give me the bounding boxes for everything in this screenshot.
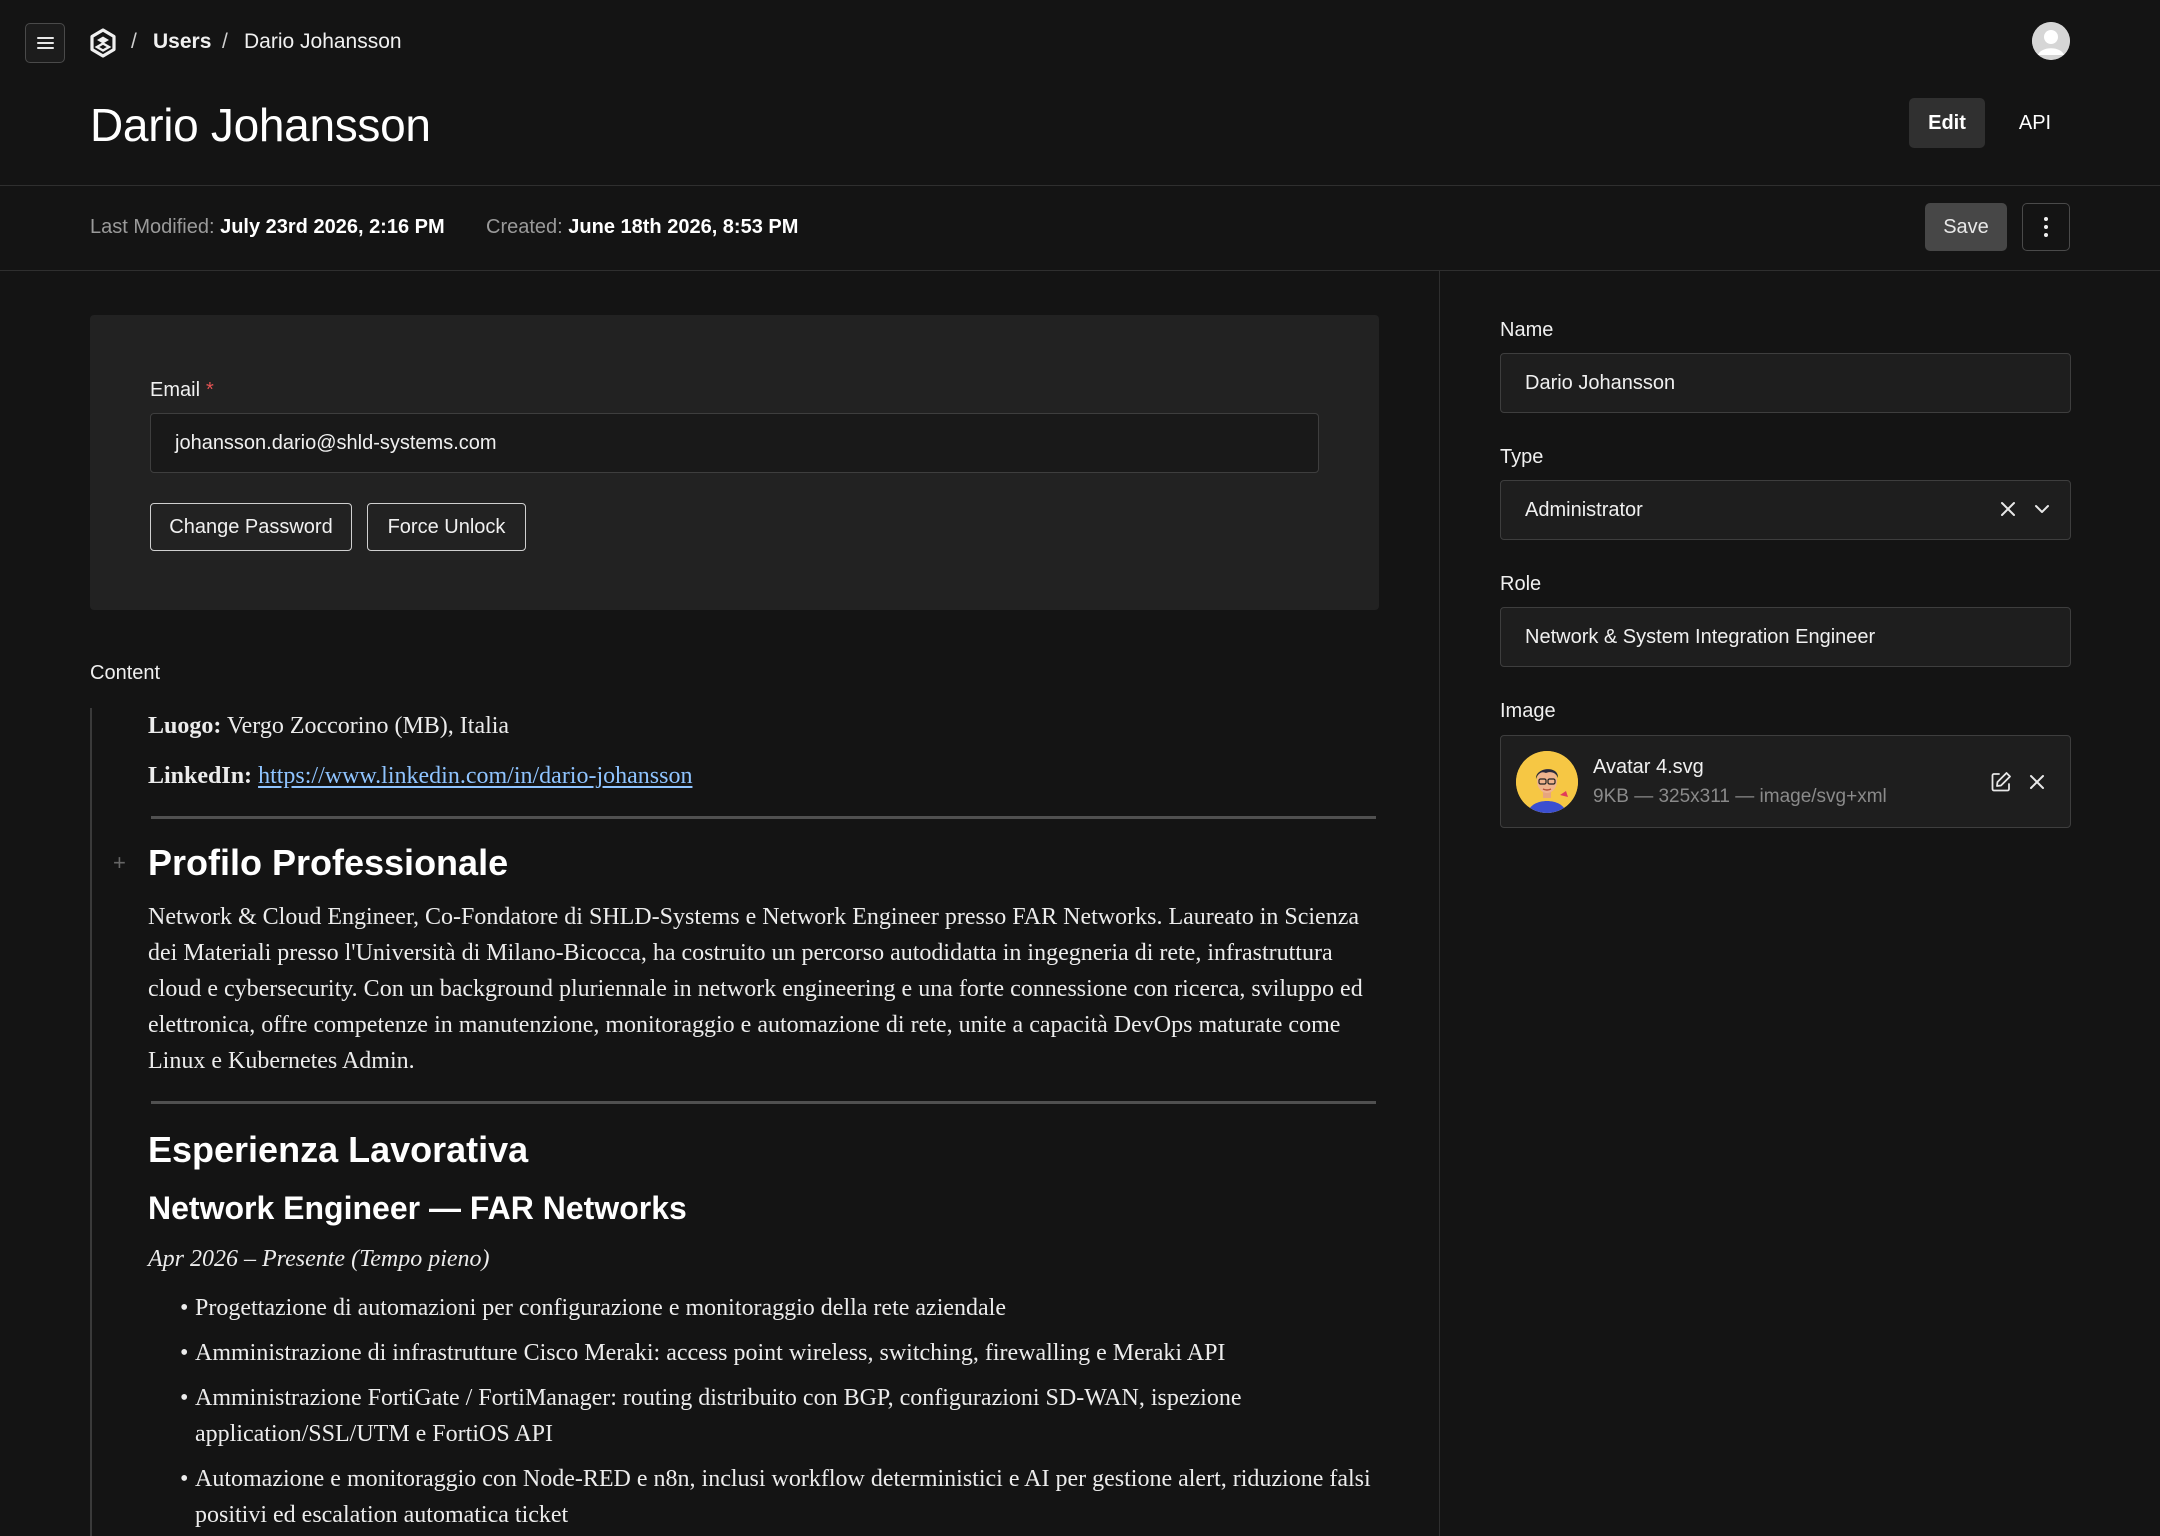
divider xyxy=(0,185,2160,186)
linkedin-line: LinkedIn: https://www.linkedin.com/in/da… xyxy=(148,758,692,794)
location-line: Luogo: Vergo Zoccorino (MB), Italia xyxy=(148,708,509,744)
top-nav: / Users / Dario Johansson xyxy=(0,0,2160,86)
name-field[interactable]: Dario Johansson xyxy=(1500,353,2071,413)
required-marker: * xyxy=(206,379,214,401)
add-block-icon[interactable]: + xyxy=(113,850,126,876)
tab-api[interactable]: API xyxy=(1999,98,2071,148)
content-border xyxy=(90,708,92,1536)
type-label: Type xyxy=(1500,446,1544,468)
location-label: Luogo: xyxy=(148,713,222,739)
menu-button[interactable] xyxy=(25,23,65,63)
type-select[interactable]: Administrator xyxy=(1500,480,2071,540)
change-password-button[interactable]: Change Password xyxy=(150,503,352,551)
linkedin-link[interactable]: https://www.linkedin.com/in/dario-johans… xyxy=(258,763,692,789)
breadcrumb-separator: / xyxy=(131,30,137,53)
image-file-name: Avatar 4.svg xyxy=(1593,756,1704,778)
logo-icon[interactable] xyxy=(88,28,118,58)
job-period: Apr 2026 – Presente (Tempo pieno) xyxy=(148,1246,490,1272)
save-button[interactable]: Save xyxy=(1925,203,2007,251)
tab-edit[interactable]: Edit xyxy=(1909,98,1985,148)
panel-divider xyxy=(1439,271,1440,1536)
role-field[interactable]: Network & System Integration Engineer xyxy=(1500,607,2071,667)
divider xyxy=(0,270,2160,271)
email-card: Email * johansson.dario@shld-systems.com … xyxy=(90,315,1379,610)
image-label: Image xyxy=(1500,700,1556,722)
experience-heading: Esperienza Lavorativa xyxy=(148,1129,529,1170)
remove-icon[interactable] xyxy=(2026,771,2048,793)
list-item: Automazione e monitoraggio con Node-RED … xyxy=(180,1461,1375,1533)
created-value: June 18th 2026, 8:53 PM xyxy=(568,216,799,238)
image-upload[interactable]: Avatar 4.svg 9KB — 325x311 — image/svg+x… xyxy=(1500,735,2071,828)
created: Created: June 18th 2026, 8:53 PM xyxy=(486,216,798,239)
image-file-meta: 9KB — 325x311 — image/svg+xml xyxy=(1593,786,1887,807)
email-label: Email * xyxy=(150,379,214,402)
type-select-value: Administrator xyxy=(1525,498,1643,521)
location-value: Vergo Zoccorino (MB), Italia xyxy=(226,713,510,739)
list-item: Amministrazione di infrastrutture Cisco … xyxy=(180,1335,1375,1371)
last-modified: Last Modified: July 23rd 2026, 2:16 PM xyxy=(90,216,445,239)
role-label: Role xyxy=(1500,573,1542,595)
hamburger-icon xyxy=(36,37,54,49)
user-avatar-icon[interactable] xyxy=(2032,22,2070,60)
horizontal-rule xyxy=(151,1101,1376,1104)
name-label: Name xyxy=(1500,319,1554,341)
job-bullets: Progettazione di automazioni per configu… xyxy=(180,1290,1375,1536)
profile-paragraph: Network & Cloud Engineer, Co-Fondatore d… xyxy=(148,904,1363,1074)
breadcrumb-users-link[interactable]: Users xyxy=(153,30,211,54)
chevron-down-icon[interactable] xyxy=(2032,499,2052,519)
list-item: Amministrazione FortiGate / FortiManager… xyxy=(180,1380,1375,1452)
clear-icon[interactable] xyxy=(1998,499,2018,519)
more-vertical-icon xyxy=(2044,217,2048,237)
job-title: Network Engineer — FAR Networks xyxy=(148,1190,687,1226)
email-field[interactable]: johansson.dario@shld-systems.com xyxy=(150,413,1319,473)
email-label-text: Email xyxy=(150,379,201,401)
force-unlock-button[interactable]: Force Unlock xyxy=(367,503,526,551)
content-label: Content xyxy=(90,662,161,684)
avatar-image xyxy=(1516,751,1578,813)
edit-icon[interactable] xyxy=(1989,770,2013,794)
breadcrumb-separator: / xyxy=(222,30,228,53)
more-options-button[interactable] xyxy=(2022,203,2070,251)
horizontal-rule xyxy=(151,816,1376,819)
last-modified-label: Last Modified: xyxy=(90,216,215,238)
list-item: Progettazione di automazioni per configu… xyxy=(180,1290,1375,1326)
created-label: Created: xyxy=(486,216,563,238)
last-modified-value: July 23rd 2026, 2:16 PM xyxy=(220,216,445,238)
linkedin-label: LinkedIn: xyxy=(148,763,253,789)
profile-heading: Profilo Professionale xyxy=(148,842,509,883)
breadcrumb-current: Dario Johansson xyxy=(244,30,402,53)
page-title: Dario Johansson xyxy=(90,99,431,151)
